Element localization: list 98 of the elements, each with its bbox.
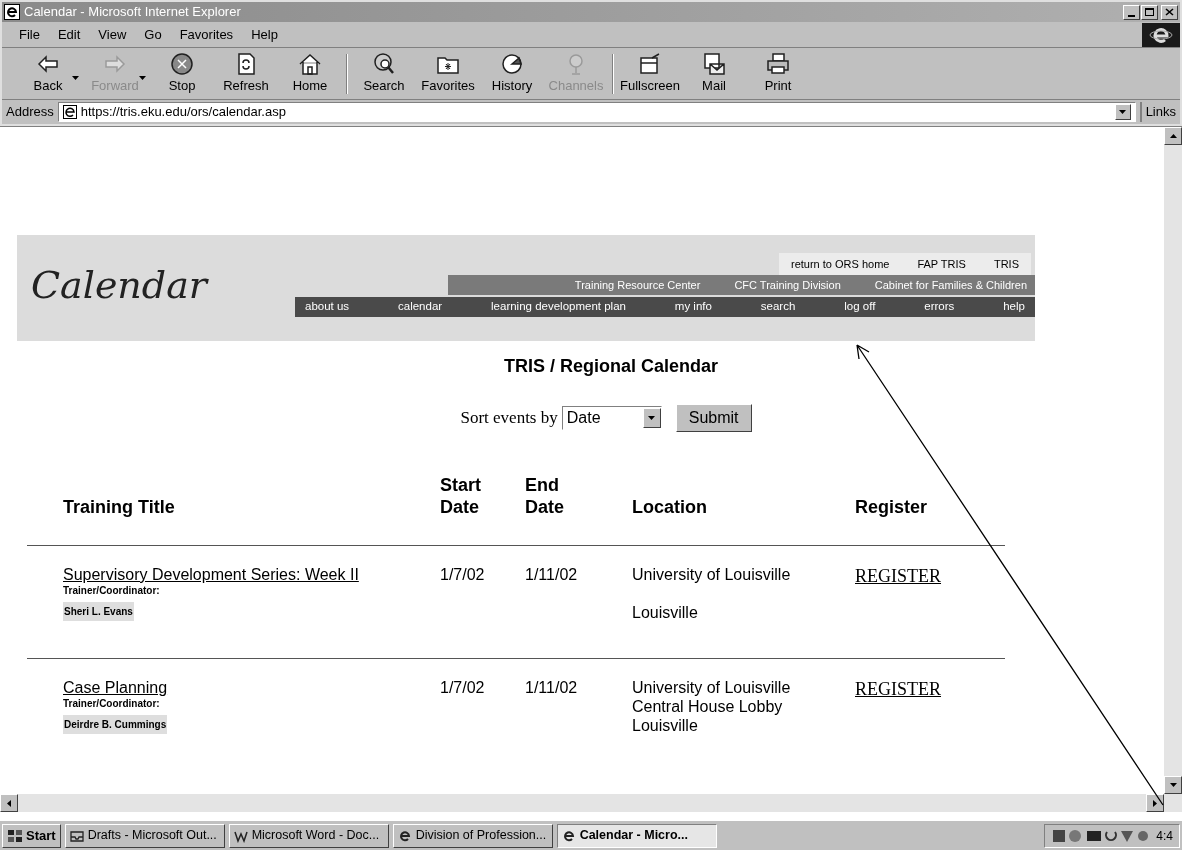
nav-link[interactable]: search bbox=[760, 298, 796, 316]
menu-item[interactable]: Help bbox=[244, 24, 285, 45]
menu-item[interactable]: View bbox=[91, 24, 134, 45]
column-header: End bbox=[525, 474, 560, 496]
dropdown-button[interactable] bbox=[642, 408, 661, 428]
register-link[interactable]: REGISTER bbox=[855, 679, 941, 699]
stop-icon bbox=[169, 51, 195, 76]
column-header: Date bbox=[525, 496, 565, 518]
nav-link[interactable]: log off bbox=[844, 298, 876, 316]
address-field[interactable]: https://tris.eku.edu/ors/calendar.asp bbox=[57, 102, 1136, 122]
location-line: Central House Lobby bbox=[632, 698, 784, 716]
close-icon bbox=[1165, 8, 1174, 16]
toolbar-button[interactable]: Stop bbox=[150, 49, 214, 98]
caret-icon bbox=[1119, 109, 1127, 115]
browser-e-icon bbox=[397, 828, 412, 843]
menu-item[interactable]: File bbox=[12, 24, 47, 45]
org-link[interactable]: Cabinet for Families & Children bbox=[874, 276, 1027, 294]
trainer-label: Trainer/Coordinator: bbox=[63, 584, 160, 598]
toolbar-button[interactable]: Home bbox=[278, 49, 342, 98]
toolbar-button[interactable]: Mail bbox=[682, 49, 746, 98]
trainer-name: Deirdre B. Cummings bbox=[63, 715, 168, 734]
training-title-link[interactable]: Supervisory Development Series: Week II bbox=[63, 566, 359, 584]
links-label[interactable]: Links bbox=[1139, 102, 1176, 122]
scroll-left-icon bbox=[6, 799, 12, 807]
toolbar-button[interactable]: Print bbox=[746, 49, 810, 98]
clock-icon bbox=[499, 51, 525, 76]
trainer-name: Sheri L. Evans bbox=[63, 602, 134, 621]
scroll-right-icon bbox=[1152, 799, 1158, 807]
training-title-link[interactable]: Case Planning bbox=[63, 679, 168, 697]
sort-label: Sort events by bbox=[460, 407, 558, 430]
menu-item[interactable]: Edit bbox=[50, 24, 88, 45]
toolbar-button[interactable]: Favorites bbox=[416, 49, 480, 98]
vertical-scrollbar[interactable] bbox=[1164, 127, 1182, 794]
inbox-icon bbox=[69, 828, 84, 843]
page-e-icon bbox=[62, 105, 77, 119]
nav-link[interactable]: calendar bbox=[398, 298, 443, 316]
caret-icon bbox=[139, 74, 146, 81]
location-line: Louisville bbox=[632, 604, 699, 622]
top-link[interactable]: FAP TRIS bbox=[917, 255, 966, 273]
horizontal-scrollbar[interactable] bbox=[0, 794, 1182, 812]
browser-e-icon bbox=[4, 4, 20, 20]
page-heading: TRIS / Regional Calendar bbox=[503, 355, 718, 378]
column-header: Register bbox=[855, 496, 929, 518]
column-header: Start bbox=[440, 474, 482, 496]
scroll-down-icon bbox=[1169, 782, 1177, 788]
caret-icon bbox=[648, 415, 656, 421]
printer-icon bbox=[765, 51, 791, 76]
taskbar-button[interactable]: Calendar - Micro... bbox=[556, 823, 717, 848]
toolbar-button[interactable]: Fullscreen bbox=[618, 49, 682, 98]
register-link[interactable]: REGISTER bbox=[855, 566, 941, 586]
end-date: 1/11/02 bbox=[525, 679, 579, 697]
nav-link[interactable]: about us bbox=[305, 298, 350, 316]
taskbar-button[interactable]: Drafts - Microsoft Out... bbox=[64, 823, 225, 848]
top-link[interactable]: TRIS bbox=[993, 255, 1019, 273]
nav-link[interactable]: learning development plan bbox=[491, 298, 626, 316]
sort-dropdown[interactable]: Date bbox=[561, 406, 662, 430]
start-date: 1/7/02 bbox=[440, 566, 486, 584]
windows-flag-icon bbox=[7, 828, 23, 843]
house-icon bbox=[297, 51, 323, 76]
close-button[interactable] bbox=[1161, 4, 1178, 20]
location-line: Louisville bbox=[632, 717, 699, 735]
toolbar-button[interactable]: History bbox=[480, 49, 544, 98]
column-header: Date bbox=[440, 496, 480, 518]
taskbar-button[interactable]: Division of Profession... bbox=[392, 823, 553, 848]
maximize-button[interactable] bbox=[1141, 4, 1158, 20]
window-title: Calendar - Microsoft Internet Explorer bbox=[24, 3, 241, 22]
address-label: Address bbox=[6, 103, 54, 122]
trainer-label: Trainer/Coordinator: bbox=[63, 697, 160, 711]
location-line: University of Louisville bbox=[632, 679, 792, 697]
org-link[interactable]: CFC Training Division bbox=[734, 276, 841, 294]
nav-link[interactable]: my info bbox=[674, 298, 712, 316]
toolbar-button[interactable]: Search bbox=[352, 49, 416, 98]
column-header: Location bbox=[632, 496, 708, 518]
browser-e-icon bbox=[561, 828, 576, 843]
menu-item[interactable]: Go bbox=[137, 24, 169, 45]
taskbar-button[interactable]: Microsoft Word - Doc... bbox=[228, 823, 389, 848]
caret-icon bbox=[72, 74, 79, 81]
end-date: 1/11/02 bbox=[525, 566, 579, 584]
nav-link[interactable]: errors bbox=[924, 298, 955, 316]
scroll-up-icon bbox=[1169, 133, 1177, 139]
org-link[interactable]: Training Resource Center bbox=[574, 276, 701, 294]
mail-icon bbox=[701, 51, 727, 76]
location-line: University of Louisville bbox=[632, 566, 792, 584]
column-header: Training Title bbox=[63, 496, 176, 518]
submit-button[interactable]: Submit bbox=[675, 404, 752, 432]
clock: 4:4 bbox=[1156, 827, 1173, 845]
dropdown-caret[interactable] bbox=[72, 74, 79, 81]
page-logo: Calendar bbox=[31, 263, 207, 307]
start-button[interactable]: Start bbox=[2, 823, 61, 848]
start-date: 1/7/02 bbox=[440, 679, 486, 697]
toolbar-button[interactable]: Refresh bbox=[214, 49, 278, 98]
minimize-button[interactable] bbox=[1123, 4, 1140, 20]
menu-item[interactable]: Favorites bbox=[172, 24, 241, 45]
toolbar-button[interactable]: Back bbox=[16, 49, 80, 98]
dropdown-button[interactable] bbox=[1114, 104, 1131, 120]
search-icon bbox=[371, 51, 397, 76]
nav-link[interactable]: help bbox=[1003, 298, 1025, 316]
top-link[interactable]: return to ORS home bbox=[791, 255, 890, 273]
